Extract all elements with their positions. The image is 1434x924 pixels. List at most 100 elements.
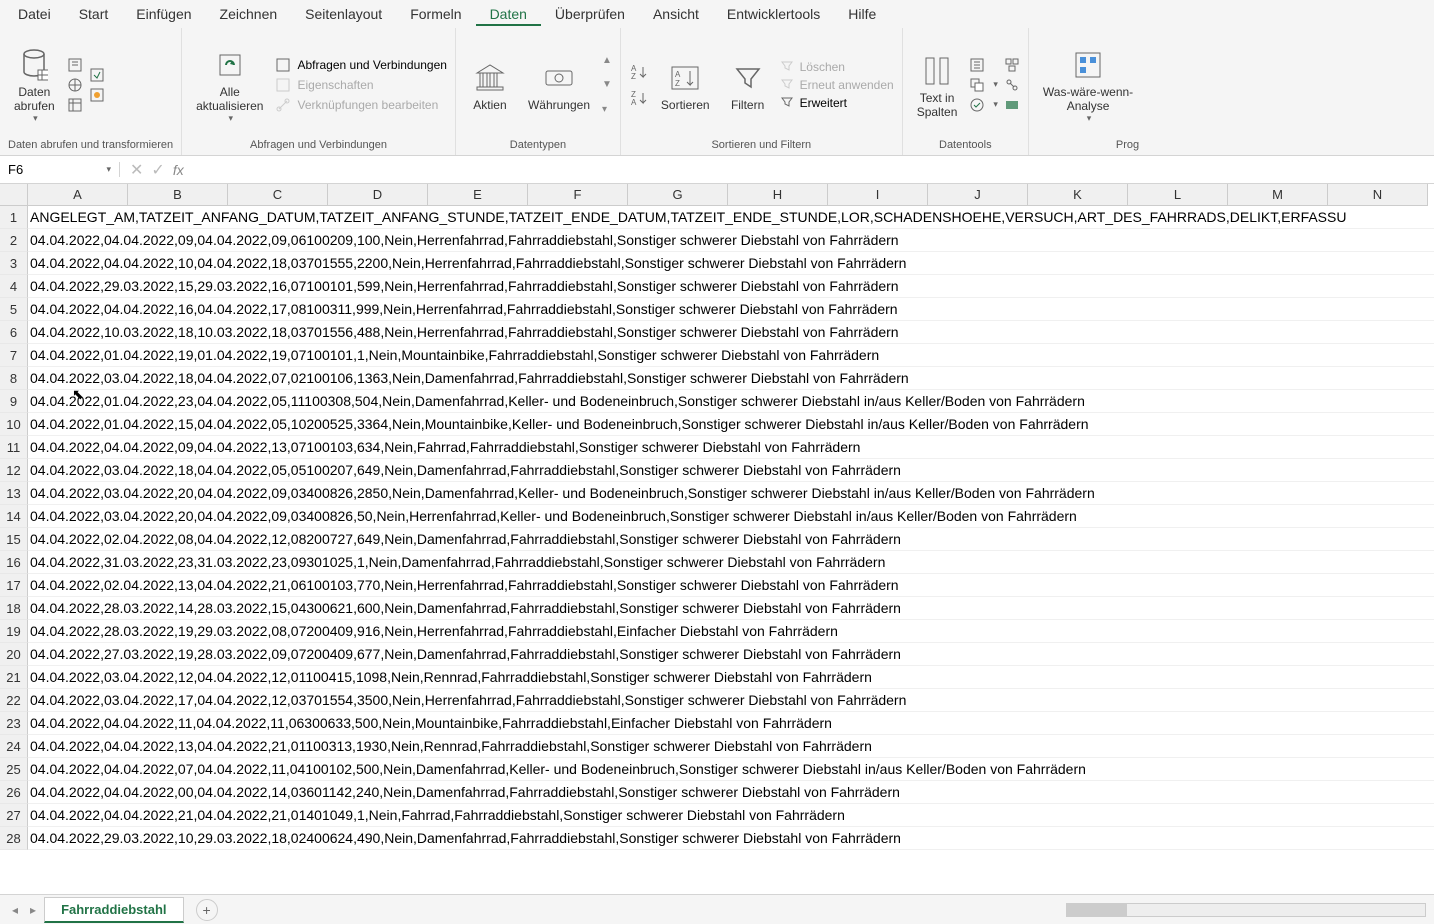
cell-a12[interactable]: 04.04.2022,03.04.2022,18,04.04.2022,05,0… [28,459,1434,482]
flash-fill-button[interactable] [969,57,998,73]
column-header-D[interactable]: D [328,184,428,206]
menu-item-entwicklertools[interactable]: Entwicklertools [713,2,834,26]
cell-a23[interactable]: 04.04.2022,04.04.2022,11,04.04.2022,11,0… [28,712,1434,735]
row-header-24[interactable]: 24 [0,735,28,758]
row-header-18[interactable]: 18 [0,597,28,620]
column-header-L[interactable]: L [1128,184,1228,206]
row-header-28[interactable]: 28 [0,827,28,850]
menu-item-formeln[interactable]: Formeln [396,2,475,26]
cell-a8[interactable]: 04.04.2022,03.04.2022,18,04.04.2022,07,0… [28,367,1434,390]
column-header-A[interactable]: A [28,184,128,206]
menu-item-ansicht[interactable]: Ansicht [639,2,713,26]
what-if-analysis-button[interactable]: Was-wäre-wenn- Analyse▾ [1037,43,1139,126]
row-header-9[interactable]: 9 [0,390,28,413]
cell-a17[interactable]: 04.04.2022,02.04.2022,13,04.04.2022,21,0… [28,574,1434,597]
row-header-6[interactable]: 6 [0,321,28,344]
row-header-22[interactable]: 22 [0,689,28,712]
horizontal-scrollbar[interactable] [1066,903,1426,917]
sheet-nav-prev[interactable]: ◂ [8,903,22,917]
cancel-icon[interactable]: ✕ [130,160,143,180]
column-header-M[interactable]: M [1228,184,1328,206]
cell-a21[interactable]: 04.04.2022,03.04.2022,12,04.04.2022,12,0… [28,666,1434,689]
cell-a27[interactable]: 04.04.2022,04.04.2022,21,04.04.2022,21,0… [28,804,1434,827]
row-header-21[interactable]: 21 [0,666,28,689]
data-validation-button[interactable]: ▾ [969,97,998,113]
add-sheet-button[interactable]: + [196,899,218,921]
row-header-12[interactable]: 12 [0,459,28,482]
name-box[interactable]: F6 ▾ [0,162,120,177]
text-to-columns-button[interactable]: Text in Spalten [911,49,964,121]
cell-a19[interactable]: 04.04.2022,28.03.2022,19,29.03.2022,08,0… [28,620,1434,643]
row-header-4[interactable]: 4 [0,275,28,298]
row-header-14[interactable]: 14 [0,505,28,528]
scrollbar-thumb[interactable] [1067,904,1127,916]
manage-data-model-button[interactable] [1004,97,1020,113]
cell-a3[interactable]: 04.04.2022,04.04.2022,10,04.04.2022,18,0… [28,252,1434,275]
cell-a16[interactable]: 04.04.2022,31.03.2022,23,31.03.2022,23,0… [28,551,1434,574]
menu-item-seitenlayout[interactable]: Seitenlayout [291,2,396,26]
row-header-19[interactable]: 19 [0,620,28,643]
menu-item-überprüfen[interactable]: Überprüfen [541,2,639,26]
cell-a25[interactable]: 04.04.2022,04.04.2022,07,04.04.2022,11,0… [28,758,1434,781]
sheet-tab-active[interactable]: Fahrraddiebstahl [44,897,183,923]
column-header-K[interactable]: K [1028,184,1128,206]
cell-a15[interactable]: 04.04.2022,02.04.2022,08,04.04.2022,12,0… [28,528,1434,551]
row-header-20[interactable]: 20 [0,643,28,666]
sort-desc-button[interactable]: ZA [629,89,649,107]
cell-a13[interactable]: 04.04.2022,03.04.2022,20,04.04.2022,09,0… [28,482,1434,505]
sort-button[interactable]: AZ Sortieren [655,56,716,114]
confirm-icon[interactable]: ✓ [151,160,164,180]
get-data-button[interactable]: Daten abrufen▾ [8,43,61,126]
spreadsheet-grid[interactable]: ABCDEFGHIJKLMN 1ANGELEGT_AM,TATZEIT_ANFA… [0,184,1434,894]
chevron-down-icon[interactable]: ▾ [106,164,111,175]
fx-icon[interactable]: fx [173,162,184,178]
sheet-nav-next[interactable]: ▸ [26,903,40,917]
remove-duplicates-button[interactable]: ▾ [969,77,998,93]
row-header-16[interactable]: 16 [0,551,28,574]
scroll-down-icon[interactable]: ▼ [602,79,612,90]
cell-a24[interactable]: 04.04.2022,04.04.2022,13,04.04.2022,21,0… [28,735,1434,758]
menu-item-zeichnen[interactable]: Zeichnen [206,2,292,26]
cell-a11[interactable]: 04.04.2022,04.04.2022,09,04.04.2022,13,0… [28,436,1434,459]
row-header-11[interactable]: 11 [0,436,28,459]
currencies-button[interactable]: Währungen [522,56,596,114]
column-header-I[interactable]: I [828,184,928,206]
cell-a20[interactable]: 04.04.2022,27.03.2022,19,28.03.2022,09,0… [28,643,1434,666]
recent-sources-button[interactable] [89,67,105,83]
from-web-button[interactable] [67,77,83,93]
row-header-13[interactable]: 13 [0,482,28,505]
column-header-E[interactable]: E [428,184,528,206]
cell-a4[interactable]: 04.04.2022,29.03.2022,15,29.03.2022,16,0… [28,275,1434,298]
refresh-all-button[interactable]: Alle aktualisieren▾ [190,43,269,126]
cell-a14[interactable]: 04.04.2022,03.04.2022,20,04.04.2022,09,0… [28,505,1434,528]
menu-item-hilfe[interactable]: Hilfe [834,2,890,26]
row-header-3[interactable]: 3 [0,252,28,275]
menu-item-einfügen[interactable]: Einfügen [122,2,205,26]
queries-connections-button[interactable]: Abfragen und Verbindungen [275,57,446,73]
row-header-1[interactable]: 1 [0,206,28,229]
row-header-23[interactable]: 23 [0,712,28,735]
row-header-7[interactable]: 7 [0,344,28,367]
scroll-up-icon[interactable]: ▲ [602,55,612,66]
row-header-15[interactable]: 15 [0,528,28,551]
cell-a10[interactable]: 04.04.2022,01.04.2022,15,04.04.2022,05,1… [28,413,1434,436]
cell-a5[interactable]: 04.04.2022,04.04.2022,16,04.04.2022,17,0… [28,298,1434,321]
menu-item-datei[interactable]: Datei [4,2,65,26]
column-header-J[interactable]: J [928,184,1028,206]
existing-connections-button[interactable] [89,87,105,103]
row-header-27[interactable]: 27 [0,804,28,827]
cell-a6[interactable]: 04.04.2022,10.03.2022,18,10.03.2022,18,0… [28,321,1434,344]
cell-a1[interactable]: ANGELEGT_AM,TATZEIT_ANFANG_DATUM,TATZEIT… [28,206,1434,229]
column-header-G[interactable]: G [628,184,728,206]
cell-a7[interactable]: 04.04.2022,01.04.2022,19,01.04.2022,19,0… [28,344,1434,367]
expand-icon[interactable]: ▾ [602,104,612,115]
cell-a9[interactable]: 04.04.2022,01.04.2022,23,04.04.2022,05,1… [28,390,1434,413]
menu-item-start[interactable]: Start [65,2,123,26]
cell-a26[interactable]: 04.04.2022,04.04.2022,00,04.04.2022,14,0… [28,781,1434,804]
row-header-25[interactable]: 25 [0,758,28,781]
row-header-10[interactable]: 10 [0,413,28,436]
cell-a22[interactable]: 04.04.2022,03.04.2022,17,04.04.2022,12,0… [28,689,1434,712]
column-header-H[interactable]: H [728,184,828,206]
column-header-C[interactable]: C [228,184,328,206]
cell-a2[interactable]: 04.04.2022,04.04.2022,09,04.04.2022,09,0… [28,229,1434,252]
